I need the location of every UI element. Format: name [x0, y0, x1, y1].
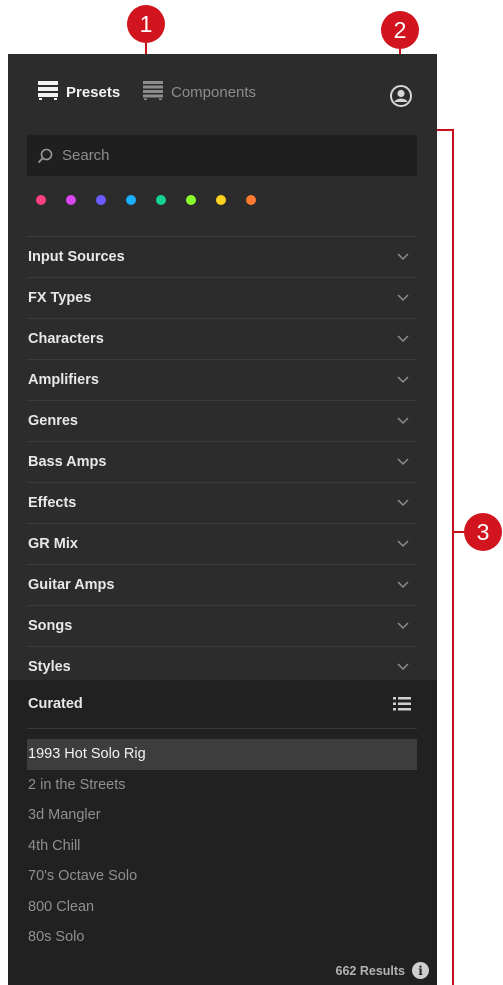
user-account-icon[interactable] [390, 85, 412, 112]
color-tag-dot[interactable] [36, 195, 46, 205]
filter-label: Songs [28, 618, 73, 634]
tab-presets-label: Presets [66, 83, 121, 101]
callout-2: 2 [381, 11, 419, 49]
chevron-down-icon [397, 495, 409, 511]
color-tag-dot[interactable] [186, 195, 196, 205]
browser-header: Presets Components [8, 54, 437, 120]
color-tag-dot[interactable] [156, 195, 166, 205]
search-icon [37, 148, 53, 164]
filter-row[interactable]: GR Mix [27, 523, 417, 564]
filter-row[interactable]: Amplifiers [27, 359, 417, 400]
search-input[interactable]: Search [27, 135, 417, 176]
filter-row[interactable]: Guitar Amps [27, 564, 417, 605]
filter-row[interactable]: Characters [27, 318, 417, 359]
filter-label: Effects [28, 495, 77, 511]
result-item[interactable]: 1993 Hot Solo Rig [27, 739, 417, 770]
filter-label: Input Sources [28, 249, 125, 265]
list-view-icon[interactable] [393, 697, 411, 711]
tab-presets[interactable]: Presets [38, 80, 120, 104]
color-tag-dot[interactable] [66, 195, 76, 205]
color-tag-filter [36, 195, 276, 207]
filter-list: Input Sources FX Types Characters Amplifier… [27, 236, 417, 687]
browser-panel: Presets Components Search Input Sources … [8, 54, 437, 985]
color-tag-dot[interactable] [126, 195, 136, 205]
callout-3: 3 [464, 513, 502, 551]
list-bracket-vertical [452, 129, 454, 985]
chevron-down-icon [397, 536, 409, 552]
chevron-down-icon [397, 249, 409, 265]
result-item[interactable]: 3d Mangler [27, 800, 417, 831]
results-footer: 662 Results i [336, 962, 429, 979]
filter-row[interactable]: Input Sources [27, 236, 417, 277]
filter-label: Genres [28, 413, 78, 429]
components-icon [143, 80, 163, 104]
filter-row[interactable]: Genres [27, 400, 417, 441]
filter-label: GR Mix [28, 536, 78, 552]
filter-row[interactable]: Songs [27, 605, 417, 646]
results-count: 662 Results [335, 963, 405, 978]
filter-label: FX Types [28, 290, 92, 306]
callout-1: 1 [127, 5, 165, 43]
chevron-down-icon [397, 454, 409, 470]
chevron-down-icon [397, 659, 409, 675]
search-placeholder: Search [62, 147, 110, 164]
presets-icon [38, 80, 58, 104]
curated-label: Curated [28, 696, 83, 712]
info-icon[interactable]: i [412, 962, 429, 979]
curated-header[interactable]: Curated [27, 680, 417, 729]
tab-components[interactable]: Components [143, 80, 256, 104]
chevron-down-icon [397, 618, 409, 634]
filter-row[interactable]: Effects [27, 482, 417, 523]
tab-components-label: Components [171, 83, 257, 101]
results-list: 1993 Hot Solo Rig 2 in the Streets 3d Mang… [27, 739, 417, 953]
color-tag-dot[interactable] [96, 195, 106, 205]
filter-label: Styles [28, 659, 71, 675]
filter-label: Bass Amps [28, 454, 107, 470]
chevron-down-icon [397, 577, 409, 593]
filter-label: Characters [28, 331, 104, 347]
result-item[interactable]: 4th Chill [27, 831, 417, 862]
result-item[interactable]: 70's Octave Solo [27, 861, 417, 892]
color-tag-dot[interactable] [246, 195, 256, 205]
chevron-down-icon [397, 331, 409, 347]
filter-row[interactable]: Bass Amps [27, 441, 417, 482]
color-tag-dot[interactable] [216, 195, 226, 205]
result-item[interactable]: 2 in the Streets [27, 770, 417, 801]
filter-row[interactable]: FX Types [27, 277, 417, 318]
chevron-down-icon [397, 372, 409, 388]
filter-label: Amplifiers [28, 372, 99, 388]
chevron-down-icon [397, 413, 409, 429]
result-item[interactable]: 80s Solo [27, 922, 417, 953]
filter-label: Guitar Amps [28, 577, 115, 593]
chevron-down-icon [397, 290, 409, 306]
results-area: Curated 1993 Hot Solo Rig 2 in the Street… [8, 680, 437, 985]
result-item[interactable]: 800 Clean [27, 892, 417, 923]
